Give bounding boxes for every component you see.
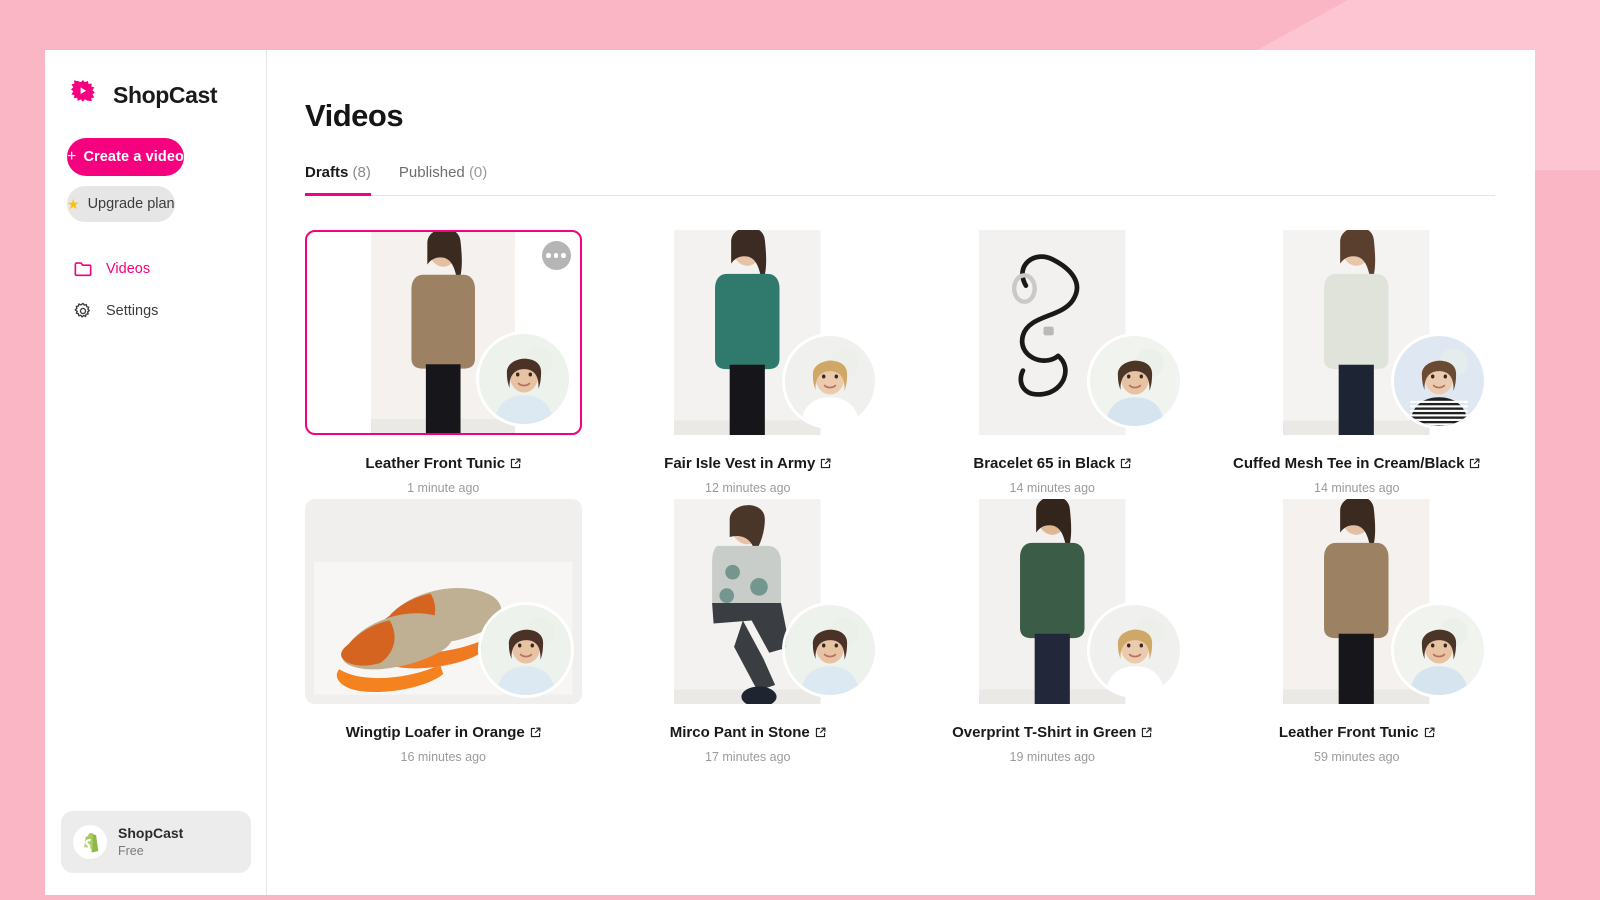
- presenter-avatar: [1391, 333, 1487, 429]
- video-card[interactable]: Mirco Pant in Stone 17 minutes ago: [609, 499, 886, 764]
- video-title[interactable]: Leather Front Tunic: [1279, 724, 1435, 741]
- video-timestamp: 16 minutes ago: [400, 750, 486, 764]
- sidebar-nav: Videos Settings: [61, 248, 250, 332]
- presenter-avatar: [782, 602, 878, 698]
- store-account-card[interactable]: ShopCast Free: [61, 811, 251, 873]
- presenter-avatar: [475, 331, 572, 427]
- video-title-text: Overprint T-Shirt in Green: [952, 724, 1137, 741]
- tab-published-count: (0): [468, 164, 488, 181]
- video-thumbnail[interactable]: [1218, 230, 1495, 435]
- sidebar-item-settings[interactable]: Settings: [61, 290, 250, 332]
- video-title[interactable]: Wingtip Loafer in Orange: [346, 724, 541, 741]
- upgrade-plan-label: Upgrade plan: [87, 196, 175, 212]
- folder-icon: [73, 260, 92, 279]
- sidebar-item-videos[interactable]: Videos: [61, 248, 250, 290]
- page-title: Videos: [305, 98, 404, 133]
- video-timestamp: 12 minutes ago: [705, 481, 791, 495]
- tab-drafts-count: (8): [352, 164, 371, 181]
- video-title-text: Leather Front Tunic: [1278, 724, 1419, 741]
- store-plan: Free: [118, 844, 144, 858]
- video-thumbnail[interactable]: [914, 230, 1191, 435]
- sidebar-item-videos-label: Videos: [106, 261, 151, 277]
- upgrade-plan-button[interactable]: ★ Upgrade plan: [67, 186, 175, 222]
- video-title[interactable]: Fair Isle Vest in Army: [664, 455, 831, 472]
- video-title-text: Mirco Pant in Stone: [669, 724, 810, 741]
- video-title[interactable]: Mirco Pant in Stone: [670, 724, 826, 741]
- video-title-text: Wingtip Loafer in Orange: [345, 724, 525, 741]
- video-timestamp: 14 minutes ago: [1314, 481, 1400, 495]
- video-title[interactable]: Cuffed Mesh Tee in Cream/Black: [1233, 455, 1480, 472]
- brand-name: ShopCast: [113, 81, 218, 108]
- store-name: ShopCast: [118, 825, 184, 842]
- video-card[interactable]: Fair Isle Vest in Army 12 minutes ago: [609, 230, 886, 495]
- create-video-button[interactable]: + Create a video: [67, 138, 184, 176]
- external-link-icon[interactable]: [820, 458, 831, 469]
- video-card[interactable]: Wingtip Loafer in Orange 16 minutes ago: [305, 499, 582, 764]
- video-card[interactable]: Bracelet 65 in Black 14 minutes ago: [914, 230, 1191, 495]
- video-thumbnail[interactable]: [609, 230, 886, 435]
- tab-published[interactable]: Published (0): [399, 164, 487, 196]
- main-content: Videos Drafts (8) Published (0) Leather …: [267, 50, 1535, 895]
- presenter-avatar: [477, 602, 574, 698]
- external-link-icon[interactable]: [510, 458, 521, 469]
- presenter-avatar: [1086, 333, 1183, 429]
- video-thumbnail[interactable]: [305, 499, 582, 704]
- tab-drafts[interactable]: Drafts (8): [305, 164, 371, 196]
- external-link-icon[interactable]: [1469, 458, 1480, 469]
- more-options-icon[interactable]: [541, 241, 571, 270]
- video-thumbnail[interactable]: [305, 230, 582, 435]
- presenter-avatar: [782, 333, 878, 429]
- gear-icon: [73, 302, 92, 321]
- presenter-avatar: [1391, 602, 1487, 698]
- tab-published-label: Published: [398, 164, 465, 181]
- video-timestamp: 19 minutes ago: [1009, 750, 1095, 764]
- video-title[interactable]: Leather Front Tunic: [365, 455, 521, 472]
- video-thumbnail[interactable]: [914, 499, 1191, 704]
- star-icon: ★: [67, 196, 80, 212]
- tabs: Drafts (8) Published (0): [305, 164, 1495, 196]
- brand: ShopCast: [61, 50, 250, 120]
- app-window: ShopCast + Create a video ★ Upgrade plan…: [45, 50, 1535, 895]
- video-card[interactable]: Leather Front Tunic 1 minute ago: [305, 230, 582, 495]
- video-title-text: Fair Isle Vest in Army: [664, 455, 816, 472]
- video-thumbnail[interactable]: [609, 499, 886, 704]
- video-card[interactable]: Overprint T-Shirt in Green 19 minutes ag…: [914, 499, 1191, 764]
- video-grid: Leather Front Tunic 1 minute ago Fair Is…: [305, 230, 1495, 764]
- video-title-text: Leather Front Tunic: [365, 455, 506, 472]
- create-video-label: Create a video: [83, 149, 184, 165]
- video-title[interactable]: Overprint T-Shirt in Green: [952, 724, 1152, 741]
- external-link-icon[interactable]: [1424, 727, 1435, 738]
- video-title[interactable]: Bracelet 65 in Black: [973, 455, 1131, 472]
- presenter-avatar: [1086, 602, 1183, 698]
- shopify-bag-icon: [73, 825, 107, 859]
- tab-drafts-label: Drafts: [305, 164, 349, 181]
- plus-icon: +: [67, 148, 77, 165]
- video-timestamp: 14 minutes ago: [1009, 481, 1095, 495]
- video-timestamp: 59 minutes ago: [1314, 750, 1400, 764]
- video-title-text: Cuffed Mesh Tee in Cream/Black: [1233, 455, 1465, 472]
- external-link-icon[interactable]: [1141, 727, 1152, 738]
- video-timestamp: 1 minute ago: [407, 481, 480, 495]
- video-card[interactable]: Cuffed Mesh Tee in Cream/Black 14 minute…: [1218, 230, 1495, 495]
- video-title-text: Bracelet 65 in Black: [973, 455, 1116, 472]
- sidebar-item-settings-label: Settings: [106, 303, 159, 319]
- video-thumbnail[interactable]: [1218, 499, 1495, 704]
- external-link-icon[interactable]: [530, 727, 541, 738]
- video-timestamp: 17 minutes ago: [705, 750, 791, 764]
- video-card[interactable]: Leather Front Tunic 59 minutes ago: [1218, 499, 1495, 764]
- external-link-icon[interactable]: [1120, 458, 1131, 469]
- external-link-icon[interactable]: [815, 727, 826, 738]
- shopcast-burst-play-icon: [71, 79, 104, 112]
- sidebar: ShopCast + Create a video ★ Upgrade plan…: [45, 50, 267, 895]
